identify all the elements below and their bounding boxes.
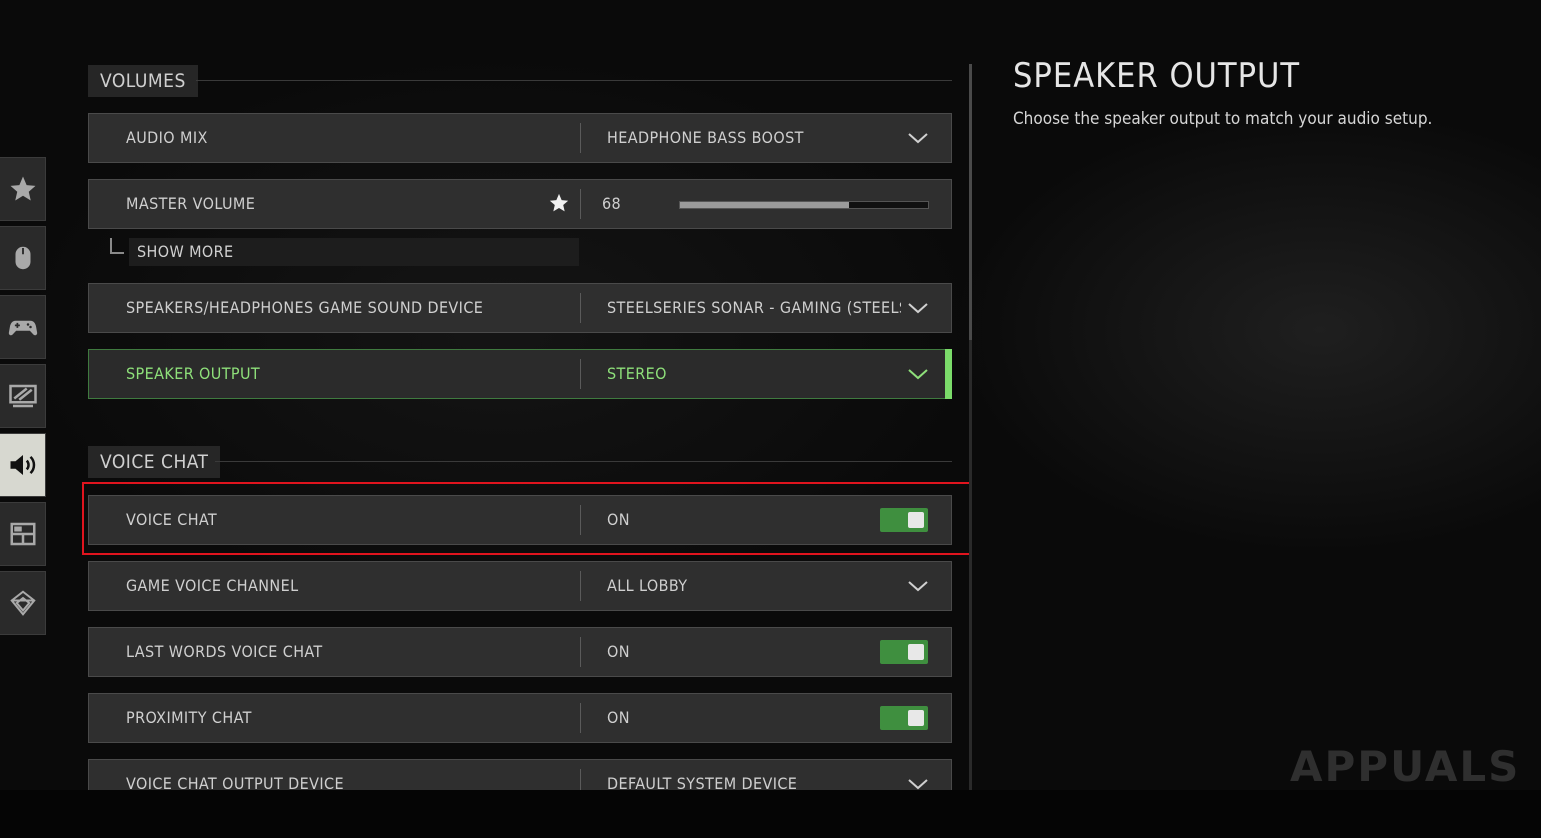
audio-mix-value: HEADPHONE BASS BOOST	[607, 128, 804, 147]
speaker-output-row[interactable]: SPEAKER OUTPUT STEREO	[88, 349, 952, 399]
row-divider	[580, 571, 581, 601]
interface-tab[interactable]	[0, 502, 46, 566]
master-volume-value: 68	[602, 194, 622, 213]
toggle-knob	[908, 710, 924, 726]
tree-branch-icon	[110, 238, 124, 254]
audio-mix-label: AUDIO MIX	[126, 128, 208, 147]
sound-device-label: SPEAKERS/HEADPHONES GAME SOUND DEVICE	[126, 298, 484, 317]
last-words-value: ON	[607, 642, 630, 661]
sound-device-value: STEELSERIES SONAR - GAMING (STEELSERIES …	[607, 298, 901, 317]
favorites-tab[interactable]	[0, 157, 46, 221]
show-more-button[interactable]: SHOW MORE	[108, 238, 579, 266]
selection-accent-bar	[945, 349, 952, 399]
speaker-icon	[10, 455, 35, 475]
sound-device-row[interactable]: SPEAKERS/HEADPHONES GAME SOUND DEVICE ST…	[88, 283, 952, 333]
chevron-down-icon[interactable]	[907, 298, 929, 318]
master-volume-label: MASTER VOLUME	[126, 194, 256, 213]
star-icon	[549, 193, 569, 212]
slider-fill	[680, 202, 849, 208]
game-voice-channel-row[interactable]: GAME VOICE CHANNEL ALL LOBBY	[88, 561, 952, 611]
chevron-down-icon[interactable]	[907, 364, 929, 384]
volumes-section-header: VOLUMES	[88, 65, 952, 97]
interface-icon	[10, 522, 35, 546]
volumes-section-title: VOLUMES	[88, 65, 198, 97]
section-divider	[215, 461, 952, 462]
show-more-label: SHOW MORE	[137, 242, 234, 261]
section-divider	[196, 80, 952, 81]
network-icon	[9, 590, 36, 616]
proximity-chat-value: ON	[607, 708, 630, 727]
proximity-chat-label: PROXIMITY CHAT	[126, 708, 252, 727]
graphics-tab[interactable]	[0, 364, 46, 428]
category-rail	[0, 157, 46, 640]
network-tab[interactable]	[0, 571, 46, 635]
game-voice-channel-value: ALL LOBBY	[607, 576, 688, 595]
audio-mix-row[interactable]: AUDIO MIX HEADPHONE BASS BOOST	[88, 113, 952, 163]
controller-tab[interactable]	[0, 295, 46, 359]
row-divider	[580, 637, 581, 667]
row-divider	[580, 359, 581, 389]
mouse-keyboard-tab[interactable]	[0, 226, 46, 290]
voice-chat-section-title: VOICE CHAT	[88, 446, 221, 478]
audio-tab[interactable]	[0, 433, 46, 497]
display-icon	[8, 384, 37, 408]
proximity-chat-toggle[interactable]	[880, 706, 928, 730]
star-icon	[10, 176, 35, 201]
speaker-output-label: SPEAKER OUTPUT	[126, 364, 261, 383]
row-divider	[580, 123, 581, 153]
proximity-chat-row[interactable]: PROXIMITY CHAT ON	[88, 693, 952, 743]
highlight-annotation-box	[82, 482, 972, 555]
scrollbar-thumb[interactable]	[969, 64, 972, 340]
watermark-logo: APPUALS	[1290, 742, 1518, 798]
description-text: Choose the speaker output to match your …	[1013, 109, 1433, 129]
last-words-label: LAST WORDS VOICE CHAT	[126, 642, 323, 661]
last-words-toggle[interactable]	[880, 640, 928, 664]
last-words-row[interactable]: LAST WORDS VOICE CHAT ON	[88, 627, 952, 677]
mouse-icon	[15, 246, 30, 270]
chevron-down-icon[interactable]	[907, 128, 929, 148]
watermark-text: APPUALS	[1290, 742, 1521, 791]
master-volume-row[interactable]: MASTER VOLUME 68	[88, 179, 952, 229]
toggle-knob	[908, 644, 924, 660]
row-divider	[580, 293, 581, 323]
controller-icon	[8, 320, 37, 336]
row-divider	[580, 703, 581, 733]
row-divider	[580, 189, 581, 219]
chevron-down-icon[interactable]	[907, 576, 929, 596]
speaker-output-value: STEREO	[607, 364, 667, 383]
voice-chat-section-header: VOICE CHAT	[88, 446, 952, 478]
description-title: SPEAKER OUTPUT	[1013, 56, 1301, 96]
game-voice-channel-label: GAME VOICE CHANNEL	[126, 576, 299, 595]
master-volume-slider[interactable]	[679, 201, 929, 209]
